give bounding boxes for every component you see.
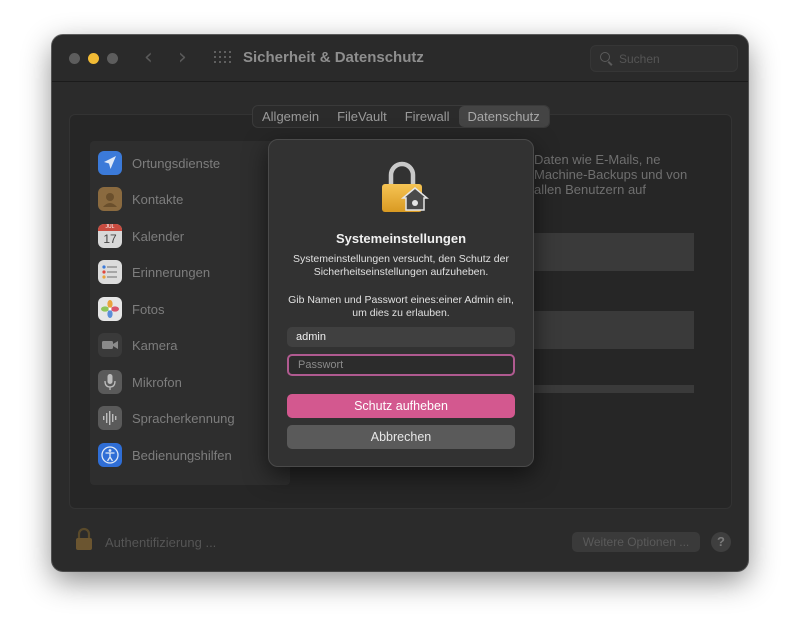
lock-icon[interactable] bbox=[74, 527, 94, 551]
unlock-button[interactable]: Schutz aufheben bbox=[287, 394, 515, 418]
password-field[interactable]: Passwort bbox=[287, 354, 515, 376]
tab-allgemein[interactable]: Allgemein bbox=[253, 106, 328, 127]
sidebar-item-kamera[interactable]: Kamera bbox=[98, 332, 178, 358]
sidebar-item-ortungsdienste[interactable]: Ortungsdienste bbox=[98, 150, 220, 176]
accessibility-icon bbox=[98, 443, 122, 467]
dialog-title: Systemeinstellungen bbox=[335, 231, 467, 246]
sidebar-item-label: Fotos bbox=[132, 301, 165, 317]
cancel-button[interactable]: Abbrechen bbox=[287, 425, 515, 449]
dialog-instruction: Gib Namen und Passwort eines:einer Admin… bbox=[288, 294, 514, 319]
back-chevron-icon[interactable]: ‹ bbox=[144, 46, 153, 70]
privacy-sidebar: Ortungsdienste Kontakte JUL 17 Kalender bbox=[90, 141, 290, 485]
camera-icon bbox=[98, 333, 122, 357]
sidebar-item-label: Kontakte bbox=[132, 191, 184, 207]
contacts-book-icon bbox=[98, 187, 122, 211]
sidebar-item-label: Ortungsdienste bbox=[132, 155, 221, 171]
minimize-window-button[interactable] bbox=[88, 53, 99, 64]
username-field[interactable]: admin bbox=[287, 327, 515, 347]
content-row bbox=[530, 233, 694, 271]
sidebar-item-label: Bedienungshilfen bbox=[132, 447, 232, 463]
microphone-icon bbox=[98, 370, 122, 394]
sidebar-item-kontakte[interactable]: Kontakte bbox=[98, 186, 183, 212]
sidebar-item-bedienungshilfen[interactable]: Bedienungshilfen bbox=[98, 442, 232, 468]
sidebar-item-label: Kamera bbox=[132, 337, 178, 353]
padlock-house-icon bbox=[379, 160, 430, 216]
tab-filevault[interactable]: FileVault bbox=[328, 106, 396, 127]
location-arrow-icon bbox=[98, 151, 122, 175]
bottom-bar: Authentifizierung ... Weitere Optionen .… bbox=[52, 525, 748, 571]
content-row bbox=[530, 385, 694, 393]
sidebar-item-label: Kalender bbox=[132, 228, 185, 244]
sidebar-item-kalender[interactable]: JUL 17 Kalender bbox=[98, 223, 184, 249]
privacy-description-text: Daten wie E-Mails, ne Machine-Backups un… bbox=[534, 152, 688, 197]
sidebar-item-label: Mikrofon bbox=[132, 374, 182, 390]
tab-firewall[interactable]: Firewall bbox=[396, 106, 459, 127]
sidebar-item-spracherkennung[interactable]: Spracherkennung bbox=[98, 405, 235, 431]
authentication-status: Authentifizierung ... bbox=[105, 535, 217, 550]
sidebar-item-fotos[interactable]: Fotos bbox=[98, 296, 165, 322]
search-icon bbox=[600, 52, 610, 62]
show-all-grid-icon[interactable] bbox=[214, 51, 231, 65]
search-placeholder: Suchen bbox=[619, 52, 660, 66]
sidebar-item-erinnerungen[interactable]: Erinnerungen bbox=[98, 259, 210, 285]
help-button[interactable]: ? bbox=[711, 532, 731, 552]
sidebar-item-label: Spracherkennung bbox=[132, 410, 235, 426]
close-window-button[interactable] bbox=[69, 53, 80, 64]
search-field[interactable]: Suchen bbox=[590, 45, 738, 72]
calendar-day: 17 bbox=[103, 232, 117, 246]
auth-dialog: Systemeinstellungen Systemeinstellungen … bbox=[268, 139, 534, 467]
reminders-list-icon bbox=[98, 260, 122, 284]
waveform-icon bbox=[98, 406, 122, 430]
dialog-message: Systemeinstellungen versucht, den Schutz… bbox=[293, 253, 509, 278]
sidebar-item-label: Erinnerungen bbox=[132, 264, 211, 280]
tab-datenschutz[interactable]: Datenschutz bbox=[458, 106, 549, 127]
more-options-button[interactable]: Weitere Optionen ... bbox=[572, 532, 700, 552]
calendar-month: JUL bbox=[98, 224, 122, 231]
sidebar-item-mikrofon[interactable]: Mikrofon bbox=[98, 369, 182, 395]
calendar-icon: JUL 17 bbox=[98, 224, 122, 248]
tab-bar: Allgemein FileVault Firewall Datenschutz bbox=[252, 105, 550, 128]
content-row bbox=[530, 311, 694, 349]
forward-chevron-icon[interactable]: › bbox=[178, 46, 187, 70]
photos-flower-icon bbox=[98, 297, 122, 321]
title-bar: ‹ › Sicherheit & Datenschutz Suchen bbox=[52, 35, 748, 82]
zoom-window-button[interactable] bbox=[107, 53, 118, 64]
window-title: Sicherheit & Datenschutz bbox=[243, 49, 424, 66]
